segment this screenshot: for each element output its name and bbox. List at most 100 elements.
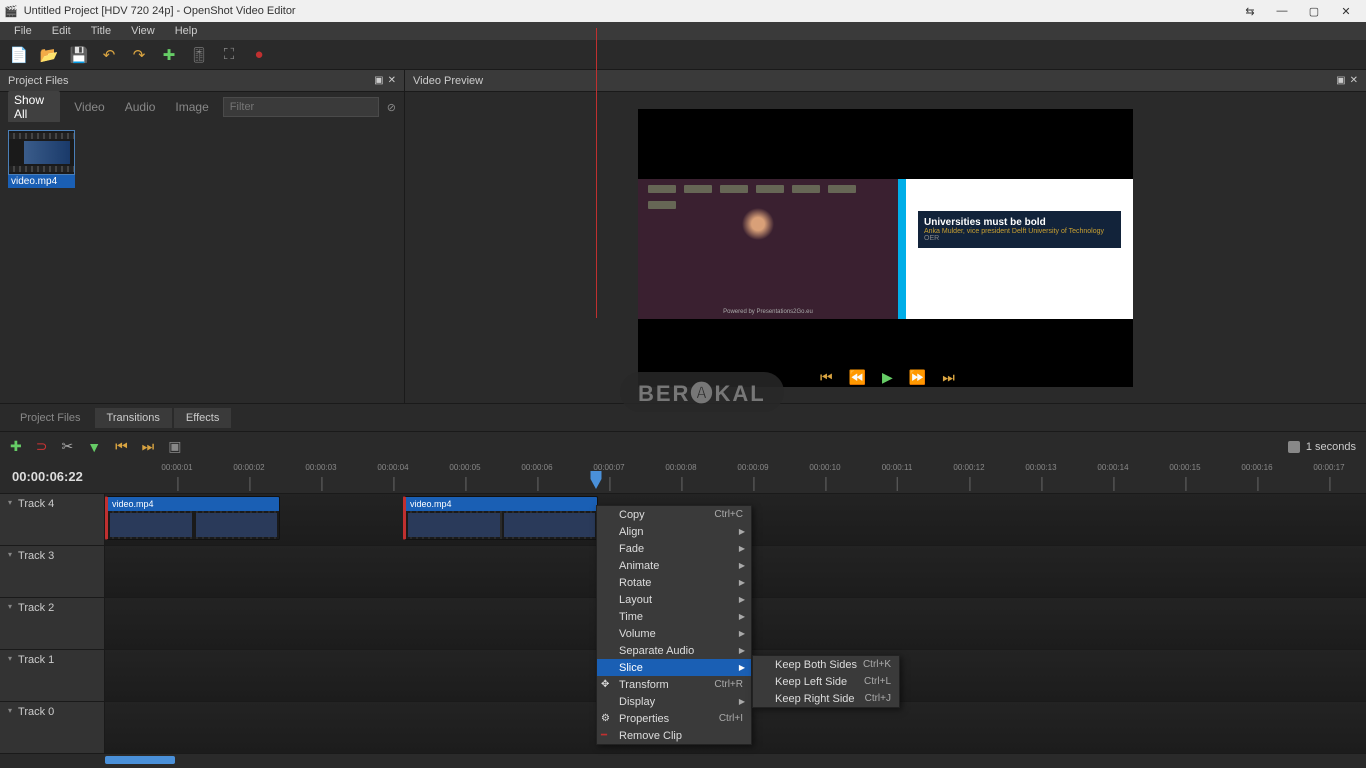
razor-icon[interactable]: ✂: [61, 438, 73, 455]
ctx-separate-audio[interactable]: Separate Audio▶: [597, 642, 751, 659]
tab-effects[interactable]: Effects: [174, 408, 231, 428]
ctx-properties[interactable]: ⚙PropertiesCtrl+I: [597, 710, 751, 727]
minimize-button[interactable]: —: [1266, 0, 1298, 22]
context-menu: CopyCtrl+C Align▶ Fade▶ Animate▶ Rotate▶…: [596, 505, 752, 745]
media-thumbnail: [8, 130, 75, 175]
ruler-tick: 00:00:11: [882, 463, 913, 472]
rewind-icon[interactable]: ⏪: [849, 369, 866, 386]
expand-icon[interactable]: ▾: [8, 498, 12, 507]
snap-icon[interactable]: ⊃: [36, 438, 48, 455]
next-marker-icon[interactable]: ⏭: [142, 438, 155, 455]
expand-icon[interactable]: ▾: [8, 654, 12, 663]
filter-audio[interactable]: Audio: [119, 98, 162, 116]
fullscreen-icon[interactable]: ⛶: [220, 46, 238, 64]
app-icon: 🎬: [4, 5, 18, 18]
video-footer: Powered by Presentations2Go.eu: [638, 309, 898, 319]
redo-icon[interactable]: ↷: [130, 46, 148, 64]
filter-image[interactable]: Image: [169, 98, 214, 116]
expand-icon[interactable]: ▾: [8, 602, 12, 611]
clip-label: video.mp4: [406, 497, 597, 511]
ctx-time[interactable]: Time▶: [597, 608, 751, 625]
add-track-icon[interactable]: ✚: [10, 438, 22, 455]
clear-filter-icon[interactable]: ⊘: [387, 101, 396, 114]
panel-close-icon[interactable]: ✕: [388, 75, 396, 86]
ctx-remove-clip[interactable]: ━Remove Clip: [597, 727, 751, 744]
video-preview[interactable]: Powered by Presentations2Go.eu Universit…: [638, 109, 1133, 387]
expand-icon[interactable]: ▾: [8, 706, 12, 715]
menu-file[interactable]: File: [4, 24, 42, 38]
expand-icon[interactable]: ▾: [8, 550, 12, 559]
ctx-volume[interactable]: Volume▶: [597, 625, 751, 642]
play-icon[interactable]: ▶: [882, 369, 893, 386]
open-project-icon[interactable]: 📂: [40, 46, 58, 64]
timeline-ruler[interactable]: 00:00:06:22 00:00:0100:00:0200:00:0300:0…: [0, 461, 1366, 493]
timeline-clip[interactable]: video.mp4: [105, 496, 280, 540]
tab-project-files[interactable]: Project Files: [8, 408, 93, 428]
ctx-animate[interactable]: Animate▶: [597, 557, 751, 574]
playhead-icon[interactable]: [591, 471, 602, 489]
forward-icon[interactable]: ⏩: [909, 369, 926, 386]
ctx-rotate[interactable]: Rotate▶: [597, 574, 751, 591]
ruler-tick: 00:00:12: [953, 463, 984, 472]
filter-video[interactable]: Video: [68, 98, 110, 116]
undock-icon[interactable]: ▣: [1336, 75, 1345, 86]
ruler-tick: 00:00:08: [665, 463, 696, 472]
ruler-tick: 00:00:09: [737, 463, 768, 472]
transform-icon: ✥: [601, 679, 609, 690]
media-item[interactable]: video.mp4: [8, 130, 75, 188]
ctx-copy[interactable]: CopyCtrl+C: [597, 506, 751, 523]
timeline-scrollbar[interactable]: [0, 753, 1366, 767]
profile-icon[interactable]: 🎚: [190, 46, 208, 64]
ctx-transform[interactable]: ✥TransformCtrl+R: [597, 676, 751, 693]
timeline-toolbar: ✚ ⊃ ✂ ▼ ⏮ ⏭ ▣ 1 seconds: [0, 431, 1366, 461]
snap-label: 1 seconds: [1306, 441, 1356, 453]
jump-start-icon[interactable]: ⏮: [820, 369, 833, 386]
window-titlebar: 🎬 Untitled Project [HDV 720 24p] - OpenS…: [0, 0, 1366, 22]
filter-input[interactable]: [223, 97, 379, 117]
menu-help[interactable]: Help: [165, 24, 208, 38]
ctx-align[interactable]: Align▶: [597, 523, 751, 540]
playhead-time: 00:00:06:22: [12, 469, 83, 484]
clip-label: video.mp4: [108, 497, 279, 511]
watermark: BER🅐KAL: [620, 372, 784, 412]
save-project-icon[interactable]: 💾: [70, 46, 88, 64]
maximize-button[interactable]: ▢: [1298, 0, 1330, 22]
ctx-slice[interactable]: Slice▶: [597, 659, 751, 676]
collapse-button[interactable]: ⇆: [1234, 0, 1266, 22]
undo-icon[interactable]: ↶: [100, 46, 118, 64]
ruler-tick: 00:00:17: [1313, 463, 1344, 472]
import-icon[interactable]: ✚: [160, 46, 178, 64]
project-panel-title: Project Files: [8, 75, 69, 87]
undock-icon[interactable]: ▣: [374, 75, 383, 86]
menu-bar: File Edit Title View Help: [0, 22, 1366, 40]
menu-edit[interactable]: Edit: [42, 24, 81, 38]
slide-title: Universities must be bold: [924, 217, 1115, 228]
ruler-tick: 00:00:03: [305, 463, 336, 472]
tab-transitions[interactable]: Transitions: [95, 408, 172, 428]
ctx-layout[interactable]: Layout▶: [597, 591, 751, 608]
prev-marker-icon[interactable]: ⏮: [115, 438, 128, 455]
slice-submenu: Keep Both SidesCtrl+K Keep Left SideCtrl…: [752, 655, 900, 708]
sub-keep-right[interactable]: Keep Right SideCtrl+J: [753, 690, 899, 707]
menu-view[interactable]: View: [121, 24, 165, 38]
filter-show-all[interactable]: Show All: [8, 91, 60, 123]
project-files-panel: Project Files ▣ ✕ Show All Video Audio I…: [0, 70, 405, 403]
ruler-tick: 00:00:10: [809, 463, 840, 472]
marker-add-icon[interactable]: ▼: [87, 439, 101, 455]
menu-title[interactable]: Title: [81, 24, 121, 38]
ctx-display[interactable]: Display▶: [597, 693, 751, 710]
slide-org: OER: [924, 235, 1115, 242]
center-playhead-icon[interactable]: ▣: [168, 438, 181, 455]
timeline-clip[interactable]: video.mp4: [403, 496, 598, 540]
export-icon[interactable]: ●: [250, 46, 268, 64]
scrollbar-thumb[interactable]: [105, 756, 175, 764]
panel-close-icon[interactable]: ✕: [1350, 75, 1358, 86]
new-project-icon[interactable]: 📄: [10, 46, 28, 64]
sub-keep-left[interactable]: Keep Left SideCtrl+L: [753, 673, 899, 690]
track-label: Track 1: [18, 654, 54, 666]
close-button[interactable]: ✕: [1330, 0, 1362, 22]
snap-checkbox[interactable]: [1288, 441, 1300, 453]
ctx-fade[interactable]: Fade▶: [597, 540, 751, 557]
sub-keep-both[interactable]: Keep Both SidesCtrl+K: [753, 656, 899, 673]
jump-end-icon[interactable]: ⏭: [942, 369, 955, 386]
